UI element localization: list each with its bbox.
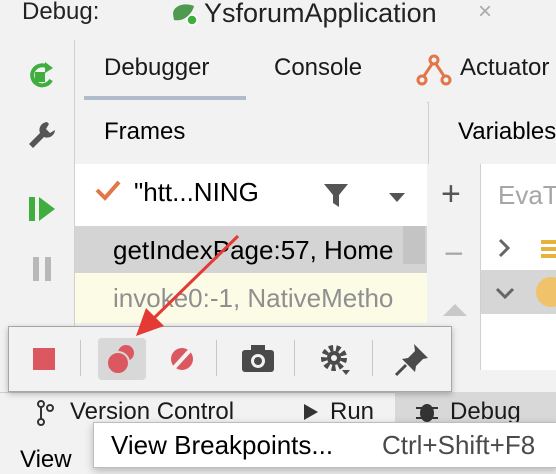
rerun-icon[interactable] bbox=[25, 58, 59, 92]
debug-label: Debug: bbox=[22, 0, 100, 25]
resume-icon[interactable] bbox=[25, 192, 59, 226]
camera-icon[interactable] bbox=[234, 338, 282, 380]
spring-app-icon bbox=[173, 4, 198, 26]
evaluate-placeholder: EvaT bbox=[498, 180, 556, 210]
menu-item-shortcut: Ctrl+Shift+F8 bbox=[382, 430, 536, 460]
bug-icon bbox=[416, 404, 438, 422]
list-icon bbox=[541, 240, 556, 258]
add-watch-icon[interactable]: + bbox=[441, 177, 461, 211]
menu-item-view-breakpoints[interactable]: View Breakpoints... bbox=[111, 430, 333, 461]
variable-row[interactable] bbox=[481, 226, 556, 270]
run-icon bbox=[304, 404, 318, 420]
variable-row[interactable] bbox=[481, 270, 556, 314]
variables-title: Variables bbox=[458, 118, 556, 145]
chevron-down-icon[interactable] bbox=[386, 186, 408, 208]
wrench-icon[interactable] bbox=[25, 118, 59, 152]
checkmark-icon bbox=[95, 180, 121, 201]
tab-debugger[interactable]: Debugger bbox=[104, 54, 209, 82]
debugger-tabs: Debugger Console Actuator bbox=[75, 40, 556, 103]
pause-icon[interactable] bbox=[25, 252, 59, 286]
toolbar-separator bbox=[294, 340, 295, 376]
frames-title: Frames bbox=[104, 118, 186, 145]
pin-icon[interactable] bbox=[388, 338, 436, 380]
branch-icon bbox=[37, 400, 54, 426]
chevron-up-icon[interactable] bbox=[440, 300, 470, 320]
app-title: YsforumApplication bbox=[204, 0, 437, 28]
annotation-arrow bbox=[136, 234, 240, 336]
tab-actuator[interactable]: Actuator bbox=[460, 54, 549, 82]
frames-scrollbar[interactable] bbox=[403, 226, 425, 264]
parameter-icon bbox=[536, 277, 556, 307]
active-tab-indicator bbox=[84, 96, 246, 100]
toolbar-separator bbox=[372, 340, 373, 376]
view-breakpoints-icon[interactable] bbox=[98, 338, 146, 380]
tab-console[interactable]: Console bbox=[274, 54, 362, 82]
close-icon[interactable]: × bbox=[478, 0, 492, 26]
left-debug-toolbar bbox=[0, 40, 75, 370]
stop-icon[interactable] bbox=[20, 338, 68, 380]
actuator-icon bbox=[416, 54, 452, 86]
thread-name: "htt...NING bbox=[134, 177, 259, 207]
mute-breakpoints-icon[interactable] bbox=[158, 338, 206, 380]
filter-icon[interactable] bbox=[322, 181, 350, 209]
chevron-down-icon[interactable] bbox=[495, 286, 515, 300]
remove-watch-icon[interactable]: − bbox=[444, 237, 464, 271]
toolbar-separator bbox=[80, 340, 81, 376]
chevron-right-icon[interactable] bbox=[497, 238, 511, 258]
view-menu[interactable]: View bbox=[20, 446, 72, 474]
settings-icon[interactable] bbox=[310, 338, 358, 380]
toolbar-separator bbox=[216, 340, 217, 376]
